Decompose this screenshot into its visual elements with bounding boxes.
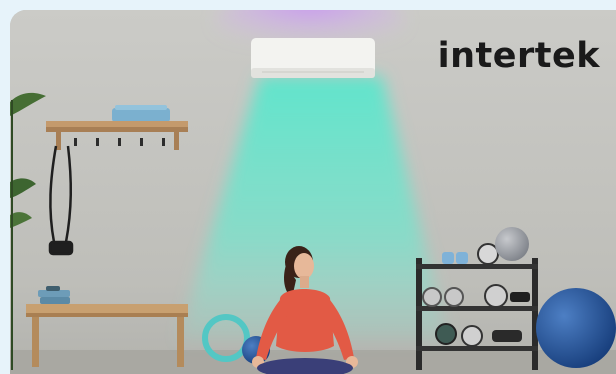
- exercise-ball: [536, 288, 616, 368]
- hero-photo-frame: intertek: [10, 10, 616, 374]
- grey-ball: [495, 227, 529, 261]
- brand-logo: intertek: [437, 36, 600, 76]
- air-conditioner-unit: [251, 38, 375, 78]
